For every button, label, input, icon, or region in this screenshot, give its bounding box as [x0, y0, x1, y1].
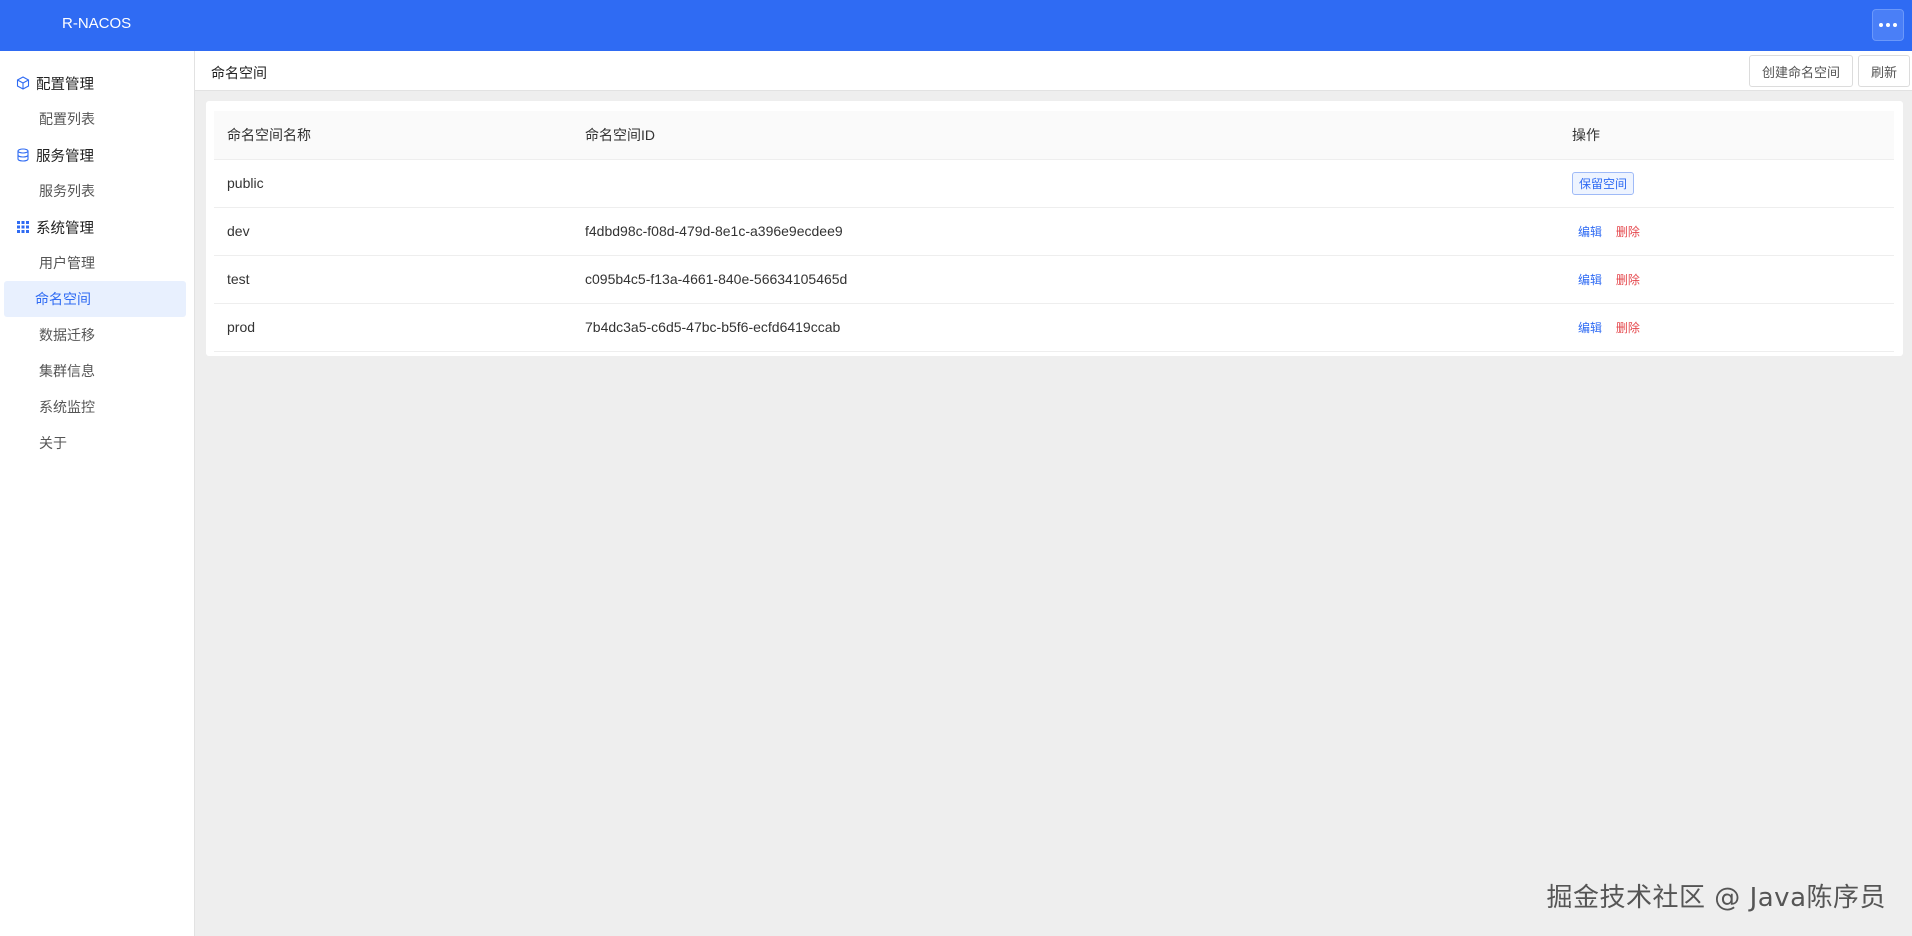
sidebar-group-label: 服务管理: [36, 148, 94, 165]
actions-cell: 编辑 删除: [1572, 255, 1894, 304]
watermark: 掘金技术社区 @ Java陈序员: [1546, 883, 1886, 913]
sidebar-group-label: 系统管理: [36, 220, 94, 237]
namespace-name: test: [214, 255, 585, 304]
actions-cell: 编辑 删除: [1572, 207, 1894, 256]
column-header-name: 命名空间名称: [214, 111, 585, 160]
reserved-badge: 保留空间: [1572, 171, 1635, 195]
more-menu-button[interactable]: [1872, 9, 1904, 41]
sidebar-group-system[interactable]: 系统管理: [0, 209, 194, 245]
column-header-actions: 操作: [1572, 111, 1894, 160]
actions-cell: 保留空间: [1572, 159, 1894, 208]
sidebar-item-data-migration[interactable]: 数据迁移: [4, 317, 186, 353]
delete-link[interactable]: 删除: [1616, 225, 1640, 239]
sidebar-item-about[interactable]: 关于: [4, 425, 186, 461]
top-bar: R-NACOS: [0, 0, 1912, 51]
namespace-name: dev: [214, 207, 585, 256]
create-namespace-button[interactable]: 创建命名空间: [1748, 55, 1853, 87]
sidebar-group-label: 配置管理: [36, 76, 94, 93]
table-header-row: 命名空间名称 命名空间ID 操作: [214, 111, 1894, 160]
refresh-button[interactable]: 刷新: [1857, 55, 1910, 87]
sidebar-item-users[interactable]: 用户管理: [4, 245, 186, 281]
namespace-id: f4dbd98c-f08d-479d-8e1c-a396e9ecdee9: [585, 207, 1572, 256]
sidebar-item-cluster-info[interactable]: 集群信息: [4, 353, 186, 389]
sidebar-item-system-monitor[interactable]: 系统监控: [4, 389, 186, 425]
namespace-id: [585, 159, 1572, 208]
page-title: 命名空间: [211, 65, 267, 81]
sidebar-group-config[interactable]: 配置管理: [0, 65, 194, 101]
actions-cell: 编辑 删除: [1572, 303, 1894, 352]
sidebar-item-namespace[interactable]: 命名空间: [4, 281, 186, 317]
database-icon: [16, 148, 30, 162]
edit-link[interactable]: 编辑: [1578, 225, 1602, 239]
sidebar-item-service-list[interactable]: 服务列表: [4, 173, 186, 209]
namespace-name: prod: [214, 303, 585, 352]
dot-icon: [1893, 23, 1897, 27]
dot-icon: [1879, 23, 1883, 27]
app-title: R-NACOS: [62, 15, 132, 32]
namespace-id: 7b4dc3a5-c6d5-47bc-b5f6-ecfd6419ccab: [585, 303, 1572, 352]
delete-link[interactable]: 删除: [1616, 321, 1640, 335]
sidebar-item-config-list[interactable]: 配置列表: [4, 101, 186, 137]
dot-icon: [1886, 23, 1890, 27]
table-row: prod 7b4dc3a5-c6d5-47bc-b5f6-ecfd6419cca…: [214, 303, 1894, 352]
namespace-id: c095b4c5-f13a-4661-840e-56634105465d: [585, 255, 1572, 304]
table-row: public 保留空间: [214, 159, 1894, 208]
delete-link[interactable]: 删除: [1616, 273, 1640, 287]
namespace-table-card: 命名空间名称 命名空间ID 操作 public 保留空间 dev f4dbd98…: [206, 101, 1903, 356]
sidebar-group-service[interactable]: 服务管理: [0, 137, 194, 173]
namespace-name: public: [214, 159, 585, 208]
namespace-table: 命名空间名称 命名空间ID 操作 public 保留空间 dev f4dbd98…: [214, 111, 1894, 352]
cube-icon: [16, 76, 30, 90]
content-header: 命名空间 创建命名空间 刷新: [195, 51, 1912, 91]
sidebar: 配置管理 配置列表 服务管理 服务列表 系统管理 用户管理 命名空间 数据迁移 …: [0, 51, 195, 936]
edit-link[interactable]: 编辑: [1578, 273, 1602, 287]
table-row: dev f4dbd98c-f08d-479d-8e1c-a396e9ecdee9…: [214, 207, 1894, 256]
table-row: test c095b4c5-f13a-4661-840e-56634105465…: [214, 255, 1894, 304]
edit-link[interactable]: 编辑: [1578, 321, 1602, 335]
column-header-id: 命名空间ID: [585, 111, 1572, 160]
grid-icon: [16, 220, 30, 234]
